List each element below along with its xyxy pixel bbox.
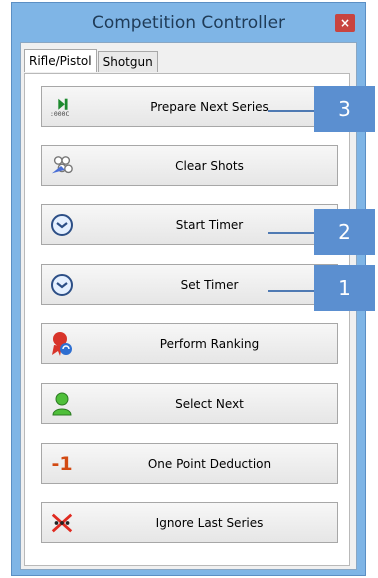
select-next-label: Select Next <box>175 396 244 411</box>
competition-controller-window: Competition Controller × Rifle/Pistol Sh… <box>0 0 378 578</box>
minus-one-icon: -1 <box>51 453 73 475</box>
tab-strip: Rifle/Pistol Shotgun <box>24 49 159 73</box>
close-button[interactable]: × <box>335 14 355 32</box>
user-icon <box>50 392 74 416</box>
select-next-button[interactable]: Select Next <box>41 383 338 424</box>
targets-icon <box>50 154 74 178</box>
perform-ranking-button[interactable]: Perform Ranking <box>41 323 338 364</box>
ranking-ribbon-icon <box>50 332 74 356</box>
callout-3-pointer-line <box>268 110 314 112</box>
window-client-area: Rifle/Pistol Shotgun :000C Prepare Next … <box>20 42 357 570</box>
start-timer-label: Start Timer <box>175 217 244 232</box>
clock-icon <box>50 273 74 297</box>
window-title: Competition Controller <box>91 13 286 33</box>
one-point-deduction-button[interactable]: -1 One Point Deduction <box>41 443 338 484</box>
window-frame: Competition Controller × Rifle/Pistol Sh… <box>11 2 366 576</box>
callout-1-pointer-line <box>268 290 314 292</box>
ignore-last-series-button[interactable]: Ignore Last Series <box>41 502 338 543</box>
clear-shots-button[interactable]: Clear Shots <box>41 145 338 186</box>
tab-shotgun[interactable]: Shotgun <box>97 51 158 72</box>
prepare-series-icon: :000C <box>50 95 74 119</box>
one-point-deduction-label: One Point Deduction <box>147 456 272 471</box>
callout-3: 3 <box>314 86 375 132</box>
callout-1: 1 <box>314 265 375 311</box>
perform-ranking-label: Perform Ranking <box>159 336 260 351</box>
ignore-x-icon <box>50 511 74 535</box>
svg-text::000C: :000C <box>50 110 70 118</box>
prepare-next-series-button[interactable]: :000C Prepare Next Series <box>41 86 338 127</box>
tab-panel: :000C Prepare Next Series Clear Shots St… <box>24 73 350 566</box>
clock-icon <box>50 213 74 237</box>
tab-rifle-pistol[interactable]: Rifle/Pistol <box>24 49 97 72</box>
start-timer-button[interactable]: Start Timer <box>41 204 338 245</box>
callout-2-pointer-line <box>268 232 314 234</box>
callout-2: 2 <box>314 209 375 255</box>
ignore-last-series-label: Ignore Last Series <box>155 515 264 530</box>
set-timer-button[interactable]: Set Timer <box>41 264 338 305</box>
clear-shots-label: Clear Shots <box>175 158 244 173</box>
